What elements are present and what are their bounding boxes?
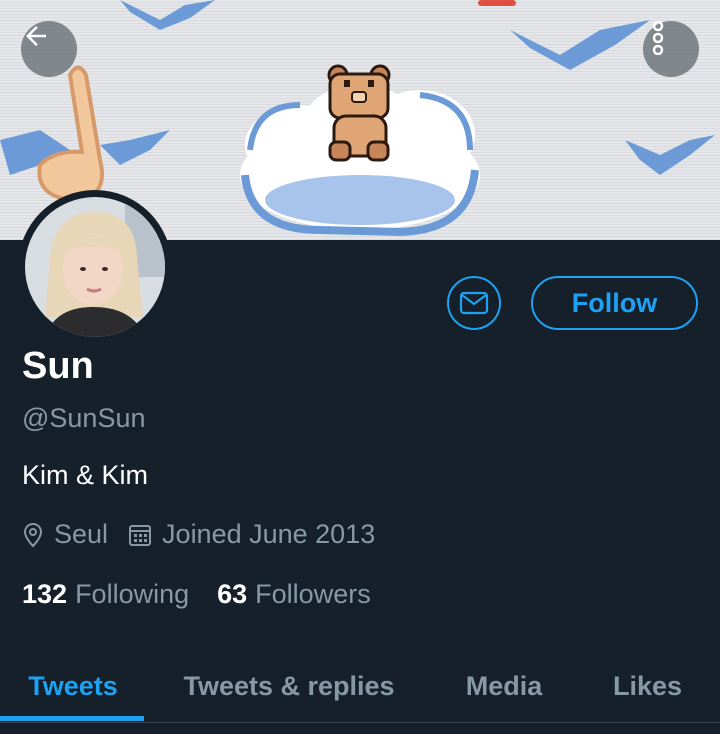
joined-date-text: Joined June 2013 — [162, 519, 376, 549]
follow-stats: 132 Following 63 Followers — [22, 579, 371, 610]
tab-media[interactable]: Media — [440, 650, 568, 722]
active-tab-indicator — [0, 716, 144, 721]
more-options-button[interactable] — [643, 21, 699, 77]
tab-likes[interactable]: Likes — [585, 650, 710, 722]
username-handle: @SunSun — [22, 403, 146, 433]
more-vertical-icon — [652, 21, 664, 55]
tab-tweets[interactable]: Tweets — [0, 650, 146, 722]
tab-tweets-replies[interactable]: Tweets & replies — [160, 650, 418, 722]
avatar[interactable] — [18, 190, 172, 344]
bio: Kim & Kim — [22, 460, 149, 490]
message-button[interactable] — [447, 276, 501, 330]
following-link[interactable]: 132 Following — [22, 579, 189, 610]
arrow-left-icon — [26, 26, 46, 46]
profile-page: Follow Sun @SunSun Kim & Kim Seul Joined… — [0, 0, 720, 734]
following-count: 132 — [22, 579, 68, 609]
profile-tabs: Tweets Tweets & replies Media Likes — [0, 650, 720, 723]
follow-button-label: Follow — [571, 287, 658, 318]
back-button[interactable] — [21, 21, 77, 77]
follow-button[interactable]: Follow — [531, 276, 698, 330]
envelope-icon — [459, 291, 489, 315]
calendar-icon — [128, 523, 152, 547]
followers-link[interactable]: 63 Followers — [217, 579, 371, 610]
followers-label: Followers — [255, 579, 371, 609]
location-pin-icon — [22, 522, 44, 548]
display-name: Sun — [22, 345, 94, 387]
followers-count: 63 — [217, 579, 248, 609]
location-text: Seul — [54, 519, 109, 549]
avatar-photo — [25, 197, 165, 337]
following-label: Following — [75, 579, 190, 609]
profile-meta: Seul Joined June 2013 — [22, 519, 375, 550]
